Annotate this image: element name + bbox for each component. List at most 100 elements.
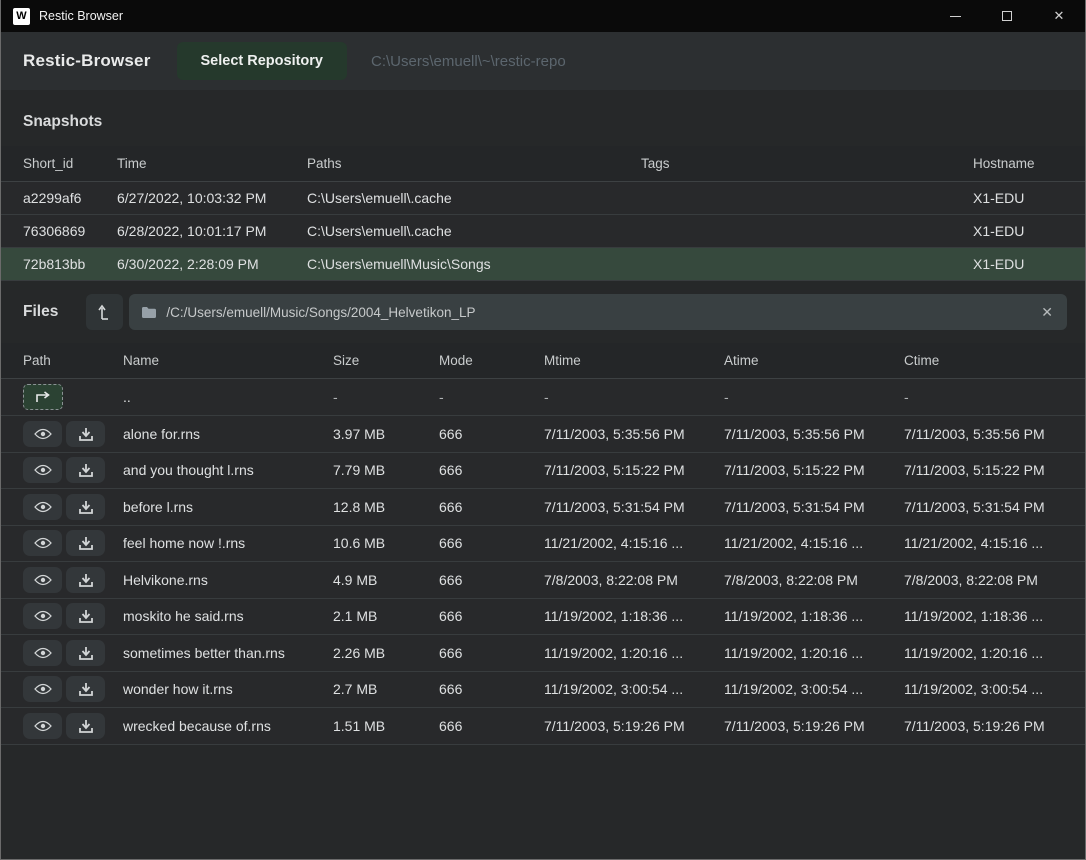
download-icon (79, 682, 93, 696)
preview-file-button[interactable] (23, 640, 62, 666)
download-icon (79, 719, 93, 733)
file-ctime: 7/11/2003, 5:31:54 PM (904, 499, 1085, 515)
file-row: before l.rns 12.8 MB 666 7/11/2003, 5:31… (1, 489, 1085, 526)
parent-row-name: .. (123, 389, 333, 405)
file-name: sometimes better than.rns (123, 645, 333, 661)
col-tags: Tags (641, 156, 973, 171)
snapshot-paths: C:\Users\emuell\.cache (307, 190, 641, 206)
snapshot-row[interactable]: a2299af6 6/27/2022, 10:03:32 PM C:\Users… (1, 182, 1085, 215)
file-size: 4.9 MB (333, 572, 439, 588)
files-section-bar: Files /C:/Users/emuell/Music/Songs/2004_… (1, 281, 1085, 343)
preview-file-button[interactable] (23, 567, 62, 593)
file-row: Helvikone.rns 4.9 MB 666 7/8/2003, 8:22:… (1, 562, 1085, 599)
snapshot-short-id: 72b813bb (23, 256, 117, 272)
col-paths: Paths (307, 156, 641, 171)
open-parent-directory-button[interactable] (23, 384, 63, 410)
preview-file-button[interactable] (23, 421, 62, 447)
preview-file-button[interactable] (23, 530, 62, 556)
preview-file-button[interactable] (23, 494, 62, 520)
restic-browser-window: W Restic Browser ✕ Restic-Browser Select… (0, 0, 1086, 860)
file-mtime: 7/11/2003, 5:19:26 PM (544, 718, 724, 734)
download-file-button[interactable] (66, 713, 105, 739)
files-table-header: Path Name Size Mode Mtime Atime Ctime (1, 343, 1085, 379)
file-name: Helvikone.rns (123, 572, 333, 588)
eye-icon (34, 720, 52, 732)
app-logo-icon: W (13, 8, 30, 25)
folder-icon (141, 306, 157, 319)
download-file-button[interactable] (66, 567, 105, 593)
col-time: Time (117, 156, 307, 171)
breadcrumb-path-text: /C:/Users/emuell/Music/Songs/2004_Helvet… (166, 305, 1039, 320)
download-file-button[interactable] (66, 603, 105, 629)
files-section-title: Files (23, 303, 58, 321)
col-name: Name (123, 353, 333, 368)
app-header: Restic-Browser Select Repository C:\User… (1, 32, 1085, 90)
file-size: 12.8 MB (333, 499, 439, 515)
snapshot-row[interactable]: 72b813bb 6/30/2022, 2:28:09 PM C:\Users\… (1, 248, 1085, 281)
preview-file-button[interactable] (23, 457, 62, 483)
empty-area (1, 745, 1085, 860)
file-atime: 11/19/2002, 1:20:16 ... (724, 645, 904, 661)
preview-file-button[interactable] (23, 713, 62, 739)
download-file-button[interactable] (66, 494, 105, 520)
col-hostname: Hostname (973, 156, 1085, 171)
file-mtime: 11/21/2002, 4:15:16 ... (544, 535, 724, 551)
file-mtime: 7/8/2003, 8:22:08 PM (544, 572, 724, 588)
file-mtime: 7/11/2003, 5:35:56 PM (544, 426, 724, 442)
file-size: 1.51 MB (333, 718, 439, 734)
download-file-button[interactable] (66, 457, 105, 483)
up-level-button[interactable] (86, 294, 123, 330)
file-mode: 666 (439, 462, 544, 478)
eye-icon (34, 537, 52, 549)
file-atime: 11/19/2002, 1:18:36 ... (724, 608, 904, 624)
file-mode: 666 (439, 572, 544, 588)
clear-path-button[interactable]: ✕ (1039, 304, 1055, 321)
snapshot-hostname: X1-EDU (973, 256, 1085, 272)
download-file-button[interactable] (66, 676, 105, 702)
title-bar[interactable]: W Restic Browser ✕ (1, 0, 1085, 32)
col-atime: Atime (724, 353, 904, 368)
file-mode: 666 (439, 608, 544, 624)
path-breadcrumb[interactable]: /C:/Users/emuell/Music/Songs/2004_Helvet… (129, 294, 1067, 330)
snapshots-table-header: Short_id Time Paths Tags Hostname (1, 146, 1085, 182)
download-icon (79, 573, 93, 587)
file-mode: 666 (439, 426, 544, 442)
col-short-id: Short_id (23, 156, 117, 171)
file-row: and you thought l.rns 7.79 MB 666 7/11/2… (1, 453, 1085, 490)
download-file-button[interactable] (66, 530, 105, 556)
parent-row-atime: - (724, 389, 904, 405)
download-icon (79, 646, 93, 660)
download-icon (79, 463, 93, 477)
parent-row-mtime: - (544, 389, 724, 405)
file-mode: 666 (439, 535, 544, 551)
file-atime: 7/11/2003, 5:35:56 PM (724, 426, 904, 442)
file-row: moskito he said.rns 2.1 MB 666 11/19/200… (1, 599, 1085, 636)
eye-icon (34, 647, 52, 659)
file-ctime: 7/8/2003, 8:22:08 PM (904, 572, 1085, 588)
file-mtime: 7/11/2003, 5:31:54 PM (544, 499, 724, 515)
snapshot-hostname: X1-EDU (973, 223, 1085, 239)
select-repository-button[interactable]: Select Repository (177, 42, 348, 80)
file-row: alone for.rns 3.97 MB 666 7/11/2003, 5:3… (1, 416, 1085, 453)
snapshot-row[interactable]: 76306869 6/28/2022, 10:01:17 PM C:\Users… (1, 215, 1085, 248)
col-mode: Mode (439, 353, 544, 368)
file-atime: 7/8/2003, 8:22:08 PM (724, 572, 904, 588)
close-button[interactable]: ✕ (1033, 0, 1085, 32)
eye-icon (34, 501, 52, 513)
file-atime: 7/11/2003, 5:19:26 PM (724, 718, 904, 734)
maximize-button[interactable] (981, 0, 1033, 32)
parent-row-mode: - (439, 389, 544, 405)
file-ctime: 11/21/2002, 4:15:16 ... (904, 535, 1085, 551)
file-mode: 666 (439, 718, 544, 734)
file-mtime: 11/19/2002, 3:00:54 ... (544, 681, 724, 697)
preview-file-button[interactable] (23, 603, 62, 629)
minimize-button[interactable] (929, 0, 981, 32)
file-row: wrecked because of.rns 1.51 MB 666 7/11/… (1, 708, 1085, 745)
preview-file-button[interactable] (23, 676, 62, 702)
file-atime: 11/19/2002, 3:00:54 ... (724, 681, 904, 697)
file-ctime: 11/19/2002, 3:00:54 ... (904, 681, 1085, 697)
snapshots-table-body: a2299af6 6/27/2022, 10:03:32 PM C:\Users… (1, 182, 1085, 281)
download-file-button[interactable] (66, 421, 105, 447)
download-file-button[interactable] (66, 640, 105, 666)
snapshot-hostname: X1-EDU (973, 190, 1085, 206)
